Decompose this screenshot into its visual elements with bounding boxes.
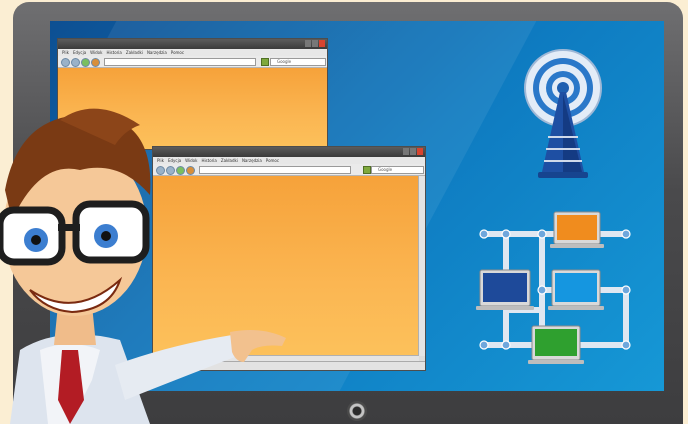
go-icon[interactable] [363, 166, 371, 174]
reload-icon[interactable] [81, 58, 90, 67]
window-titlebar[interactable] [58, 39, 327, 49]
menu-item[interactable]: Edycja [73, 49, 86, 56]
maximize-icon[interactable] [410, 148, 416, 155]
back-icon[interactable] [61, 58, 70, 67]
network-diagram-icon [476, 211, 631, 364]
maximize-icon[interactable] [312, 40, 318, 47]
menu-item[interactable]: Historia [106, 49, 121, 56]
menu-item[interactable]: Narzędzia [147, 49, 167, 56]
menu-item[interactable]: Pomoc [171, 49, 184, 56]
go-icon[interactable] [261, 58, 269, 66]
close-icon[interactable] [417, 148, 423, 155]
forward-icon[interactable] [71, 58, 80, 67]
cartoon-man-pointing [0, 108, 286, 424]
minimize-icon[interactable] [305, 40, 311, 47]
menu-item[interactable]: Plik [62, 49, 69, 56]
vertical-scrollbar[interactable] [418, 176, 425, 356]
menu-item[interactable]: Widok [90, 49, 102, 56]
home-icon[interactable] [91, 58, 100, 67]
laptop-icon [476, 269, 534, 310]
laptop-icon [550, 211, 604, 248]
nav-toolbar: Google [58, 56, 327, 68]
power-button-icon[interactable] [347, 401, 367, 421]
minimize-icon[interactable] [403, 148, 409, 155]
close-icon[interactable] [319, 40, 325, 47]
illustration: Plik Edycja Widok Historia Zakładki Narz… [0, 0, 688, 424]
wifi-tower-icon [524, 49, 602, 178]
search-input[interactable]: Google [371, 166, 424, 174]
address-bar[interactable] [104, 58, 256, 66]
laptop-icon [548, 269, 604, 310]
menu-bar: Plik Edycja Widok Historia Zakładki Narz… [58, 49, 327, 56]
laptop-icon [528, 325, 584, 364]
search-input[interactable]: Google [270, 58, 326, 66]
menu-item[interactable]: Zakładki [126, 49, 143, 56]
